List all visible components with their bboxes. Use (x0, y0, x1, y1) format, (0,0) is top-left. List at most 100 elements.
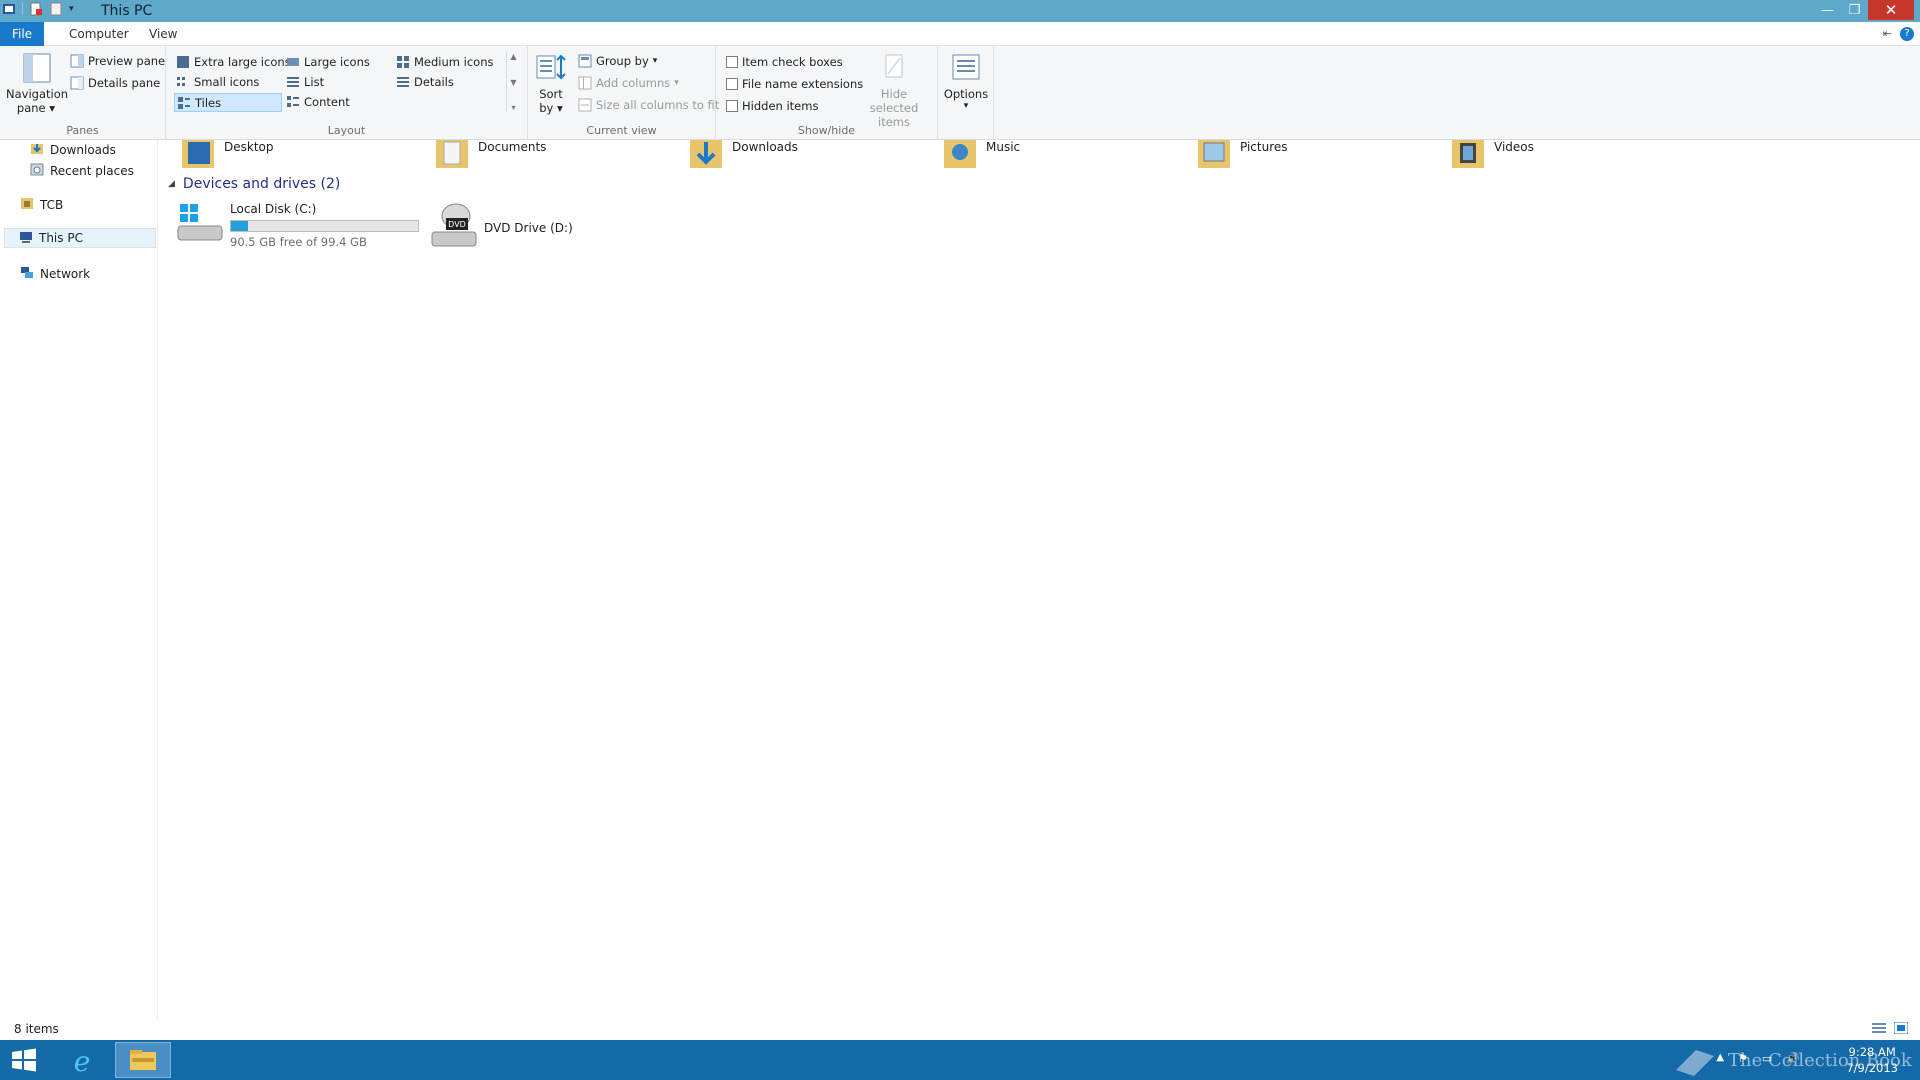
tab-file[interactable]: File (0, 22, 44, 46)
current-view-group-label: Current view (586, 124, 657, 137)
preview-pane-button[interactable]: Preview pane (70, 54, 165, 68)
panes-group: Navigation pane ▾ Preview pane Details p… (0, 46, 166, 140)
nav-item-tcb[interactable]: TCB (20, 196, 63, 213)
windows-logo-icon (12, 1048, 36, 1072)
nav-item-network[interactable]: Network (20, 265, 90, 282)
system-tray: ▲ ⚑ ▭ 🔊 (1716, 1052, 1800, 1065)
restore-button[interactable]: ❐ (1841, 0, 1868, 20)
status-bar: 8 items (0, 1018, 1920, 1040)
content-area: Desktop Documents Downloads Music Pictur… (160, 140, 1920, 1018)
checkbox-icon[interactable] (726, 100, 738, 112)
preview-pane-icon (70, 54, 84, 68)
taskbar: e The Collection Book ▲ ⚑ ▭ 🔊 9:28 AM 7/… (0, 1040, 1920, 1080)
explorer-window-icon[interactable] (2, 2, 16, 16)
navigation-pane-button[interactable]: Navigation pane ▾ (6, 52, 68, 115)
large-icons-view-icon[interactable] (1893, 1021, 1909, 1037)
network-tray-icon[interactable]: ▭ (1762, 1052, 1772, 1065)
windows-drive-icon (176, 202, 224, 249)
title-bar: ▾ This PC — ❐ ✕ (0, 0, 1920, 22)
nav-item-recent-places[interactable]: Recent places (30, 162, 134, 179)
drive-dvd-d[interactable]: DVD DVD Drive (D:) (430, 202, 573, 253)
documents-folder-icon (434, 140, 470, 171)
drive-name: Local Disk (C:) (230, 202, 317, 216)
layout-list[interactable]: List (286, 75, 324, 89)
tab-computer[interactable]: Computer (69, 22, 129, 46)
checkbox-icon[interactable] (726, 78, 738, 90)
window-title: This PC (101, 3, 153, 19)
devices-group-header[interactable]: ◢ Devices and drives (2) (168, 176, 340, 192)
checkbox-icon[interactable] (726, 56, 738, 68)
layout-details[interactable]: Details (396, 75, 454, 89)
minimize-ribbon-icon[interactable]: ⇤ (1883, 27, 1892, 41)
details-pane-icon (70, 76, 84, 90)
group-by-button[interactable]: Group by ▾ (578, 54, 657, 68)
layout-extra-large-icons[interactable]: Extra large icons (176, 55, 291, 69)
volume-icon[interactable]: 🔊 (1786, 1052, 1800, 1065)
drive-usage-bar (230, 220, 419, 232)
dvd-drive-icon: DVD (430, 202, 478, 253)
desktop-folder-icon (180, 140, 216, 171)
item-check-boxes-checkbox[interactable]: Item check boxes (726, 55, 843, 69)
collapse-triangle-icon[interactable]: ◢ (168, 179, 175, 189)
folder-documents[interactable]: Documents (434, 140, 546, 171)
layout-content[interactable]: Content (286, 95, 350, 109)
ribbon: Navigation pane ▾ Preview pane Details p… (0, 46, 1920, 140)
folder-downloads[interactable]: Downloads (688, 140, 798, 171)
file-explorer-button[interactable] (115, 1042, 171, 1078)
quick-access-toolbar: ▾ (2, 2, 74, 16)
clock[interactable]: 9:28 AM 7/9/2013 (1846, 1044, 1898, 1076)
drive-local-disk-c[interactable]: Local Disk (C:) 90.5 GB free of 99.4 GB (176, 202, 419, 249)
folder-music[interactable]: Music (942, 140, 1020, 171)
options-button[interactable]: Options ▾ (942, 52, 990, 111)
folder-pictures[interactable]: Pictures (1196, 140, 1288, 171)
layout-small-icons[interactable]: Small icons (176, 75, 259, 89)
sort-by-button[interactable]: Sort by ▾ (534, 52, 568, 115)
folder-videos[interactable]: Videos (1450, 140, 1534, 171)
scroll-down-icon[interactable]: ▼ (510, 78, 516, 87)
details-view-icon[interactable] (1872, 1022, 1886, 1037)
customize-qat-chevron-icon[interactable]: ▾ (69, 4, 74, 14)
add-columns-button[interactable]: Add columns ▾ (578, 76, 679, 90)
file-name-extensions-checkbox[interactable]: File name extensions (726, 77, 863, 91)
layout-tiles[interactable]: Tiles (174, 93, 282, 112)
recent-places-icon (30, 162, 44, 179)
nav-item-downloads[interactable]: Downloads (30, 141, 116, 158)
internet-explorer-icon: e (74, 1046, 91, 1076)
close-button[interactable]: ✕ (1868, 0, 1914, 20)
show-hidden-icons-icon[interactable]: ▲ (1716, 1052, 1724, 1065)
book-logo-icon (1676, 1050, 1714, 1076)
internet-explorer-button[interactable]: e (62, 1044, 102, 1078)
new-folder-icon[interactable] (49, 2, 63, 16)
options-icon (952, 54, 980, 80)
hidden-items-checkbox[interactable]: Hidden items (726, 99, 818, 113)
group-by-icon (578, 54, 592, 68)
add-columns-icon (578, 76, 592, 90)
medium-icons-icon (396, 55, 410, 69)
folder-desktop[interactable]: Desktop (180, 140, 274, 171)
size-all-columns-button[interactable]: Size all columns to fit (578, 98, 719, 112)
svg-text:DVD: DVD (448, 220, 466, 229)
properties-icon[interactable] (29, 2, 43, 16)
hide-selected-items-button[interactable]: Hide selected items (856, 52, 932, 129)
layout-large-icons[interactable]: Large icons (286, 55, 370, 69)
videos-folder-icon (1450, 140, 1486, 171)
layout-medium-icons[interactable]: Medium icons (396, 55, 493, 69)
minimize-button[interactable]: — (1814, 0, 1841, 20)
layout-gallery-scroll[interactable]: ▲ ▼ ▾ (506, 52, 520, 112)
drive-name: DVD Drive (D:) (484, 220, 573, 235)
content-icon (286, 95, 300, 109)
help-icon[interactable]: ? (1900, 27, 1914, 41)
expand-gallery-icon[interactable]: ▾ (511, 103, 515, 112)
details-pane-button[interactable]: Details pane (70, 76, 160, 90)
small-icons-icon (176, 75, 190, 89)
nav-item-this-pc[interactable]: This PC (4, 228, 156, 248)
start-button[interactable] (10, 1048, 38, 1075)
tiles-icon (177, 96, 191, 110)
tab-view[interactable]: View (149, 22, 177, 46)
clock-date: 7/9/2013 (1846, 1061, 1898, 1075)
action-center-flag-icon[interactable]: ⚑ (1738, 1052, 1748, 1065)
network-icon (20, 265, 34, 282)
scroll-up-icon[interactable]: ▲ (510, 52, 516, 61)
large-icons-icon (286, 55, 300, 69)
svg-text:e: e (74, 1046, 91, 1076)
